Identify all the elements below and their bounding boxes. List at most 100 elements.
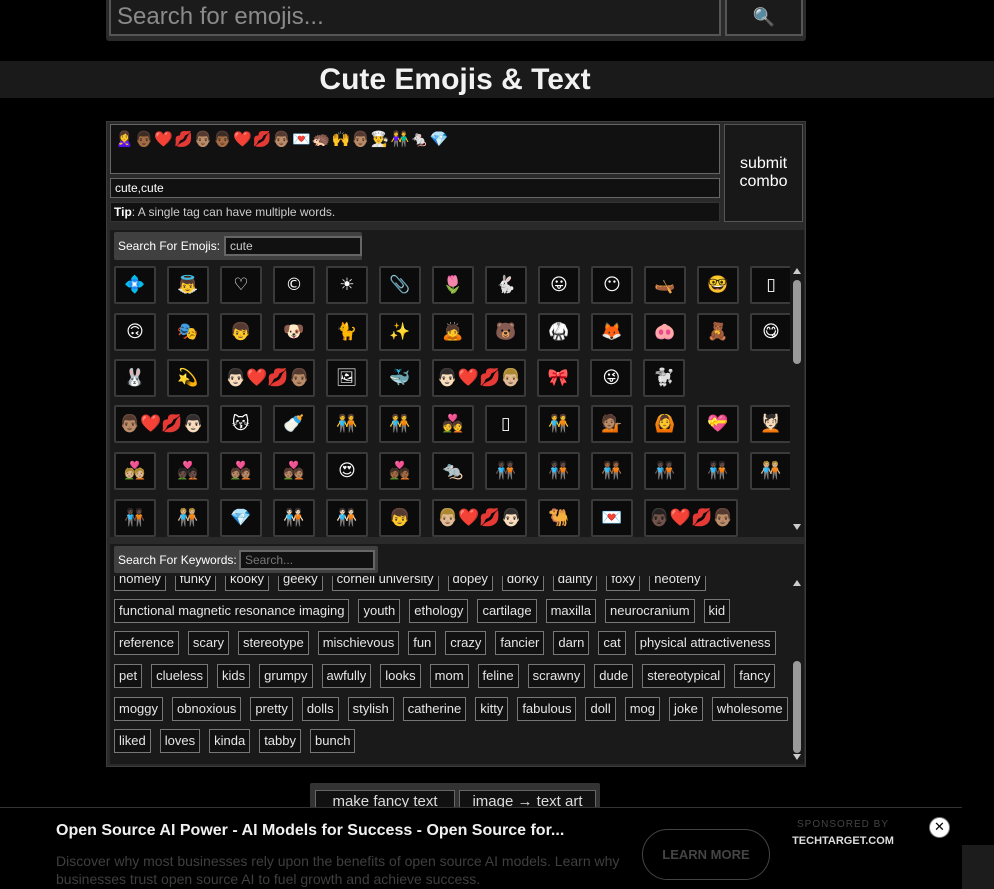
keyword-tag[interactable]: obnoxious bbox=[172, 697, 242, 721]
emoji-tile[interactable]: 🧑🏿‍🤝‍🧑🏿 bbox=[485, 452, 527, 490]
scroll-thumb[interactable] bbox=[793, 661, 801, 753]
emoji-tile[interactable]: 💆🏻 bbox=[749, 405, 792, 443]
keyword-tag[interactable]: kitty bbox=[475, 697, 509, 721]
combo-textarea[interactable]: 🙎‍♀️👨🏾❤️💋👨🏽👨🏾❤️💋👨🏽💌🦔🙌👨🏽👨‍🍳👫🐁💎 bbox=[110, 124, 720, 174]
emoji-tile[interactable]: 🦊 bbox=[591, 313, 633, 351]
learn-more-button[interactable]: LEARN MORE bbox=[642, 829, 770, 880]
emoji-tile[interactable]: 🧑🏿‍🤝‍🧑🏿 bbox=[114, 499, 156, 537]
keyword-tag[interactable]: functional magnetic resonance imaging bbox=[114, 599, 350, 623]
keyword-tag[interactable]: foxy bbox=[606, 576, 641, 591]
keyword-tag[interactable]: stereotype bbox=[237, 631, 309, 655]
keyword-tag[interactable]: reference bbox=[114, 631, 179, 655]
keyword-search-input[interactable] bbox=[239, 550, 375, 570]
emoji-tile[interactable]: 😜 bbox=[590, 359, 633, 397]
emoji-tile[interactable]: 💑🏾 bbox=[379, 452, 421, 490]
emoji-tile[interactable]: 💝 bbox=[696, 405, 739, 443]
emoji-tile[interactable]: 🐰 bbox=[114, 359, 156, 397]
emoji-tile[interactable]: 💑🏿 bbox=[167, 452, 209, 490]
scroll-up-icon[interactable] bbox=[793, 580, 801, 586]
emoji-tile[interactable]: 🧑‍🤝‍🧑 bbox=[325, 405, 368, 443]
emoji-tile[interactable]: 🎀 bbox=[537, 359, 580, 397]
keyword-tag[interactable]: kids bbox=[217, 664, 251, 688]
keyword-tag[interactable]: geeky bbox=[277, 576, 323, 591]
keyword-tag[interactable]: fancy bbox=[734, 664, 776, 688]
emoji-tile[interactable]: 🥋 bbox=[538, 313, 580, 351]
emoji-tile[interactable]: 💌 bbox=[590, 499, 633, 537]
emoji-tile[interactable]: 😛 bbox=[538, 266, 580, 304]
emoji-tile[interactable]: 👨🏻❤️💋👨🏼 bbox=[431, 359, 527, 397]
emoji-tile[interactable]: 😽 bbox=[219, 405, 262, 443]
keyword-scrollbar[interactable] bbox=[790, 576, 804, 764]
keyword-tag[interactable]: fun bbox=[408, 631, 437, 655]
keyword-tag[interactable]: doll bbox=[585, 697, 616, 721]
scroll-down-icon[interactable] bbox=[793, 754, 801, 760]
keyword-tag[interactable]: wholesome bbox=[711, 697, 788, 721]
emoji-tile[interactable]: 🛶 bbox=[644, 266, 686, 304]
emoji-tile[interactable]: 👨🏼❤️💋👨🏻 bbox=[432, 499, 527, 537]
scroll-up-icon[interactable] bbox=[793, 268, 801, 274]
emoji-tile[interactable]: 💁🏽 bbox=[590, 405, 633, 443]
keyword-tag[interactable]: pet bbox=[114, 664, 143, 688]
emoji-tile[interactable]: 👨🏽❤️💋👨🏻 bbox=[114, 405, 209, 443]
emoji-tile[interactable]: 🤓 bbox=[697, 266, 739, 304]
emoji-tile[interactable]: 🐶 bbox=[273, 313, 315, 351]
emoji-tile[interactable]: 🧑🏼‍🤝‍🧑🏼 bbox=[750, 452, 792, 490]
emoji-tile[interactable]: 👦 bbox=[379, 499, 421, 537]
emoji-tile[interactable]: 😍 bbox=[326, 452, 368, 490]
keyword-tag[interactable]: mischievous bbox=[317, 631, 400, 655]
emoji-tile[interactable]: 🌷 bbox=[432, 266, 474, 304]
keyword-tag[interactable]: stylish bbox=[347, 697, 394, 721]
emoji-tile[interactable]: 🐈 bbox=[326, 313, 368, 351]
keyword-tag[interactable]: stereotypical bbox=[642, 664, 726, 688]
keyword-tag[interactable]: catherine bbox=[402, 697, 467, 721]
keyword-tag[interactable]: neoteny bbox=[649, 576, 706, 591]
emoji-tile[interactable]: 💫 bbox=[167, 359, 209, 397]
emoji-tile[interactable]: 🧑🏾‍🤝‍🧑🏾 bbox=[591, 452, 633, 490]
emoji-tile[interactable]: 🧑🏻‍🤝‍🧑🏻 bbox=[326, 499, 368, 537]
close-icon[interactable]: ✕ bbox=[929, 817, 950, 838]
submit-combo-button[interactable]: submit combo bbox=[724, 124, 803, 222]
keyword-tag[interactable]: scary bbox=[187, 631, 229, 655]
keyword-tag[interactable]: looks bbox=[380, 664, 421, 688]
emoji-tile[interactable]: 🐩 bbox=[643, 359, 686, 397]
emoji-tile[interactable]: 🐇 bbox=[485, 266, 527, 304]
keyword-tag[interactable]: cartilage bbox=[477, 599, 537, 623]
emoji-tile[interactable]: 🙇 bbox=[432, 313, 474, 351]
emoji-tile[interactable]: 💑🏽 bbox=[220, 452, 262, 490]
keyword-tag[interactable]: awfully bbox=[321, 664, 372, 688]
emoji-tile[interactable]: ▯ bbox=[750, 266, 792, 304]
emoji-tile[interactable]: 🧑🏿‍🤝‍🧑🏿 bbox=[538, 452, 580, 490]
emoji-tile[interactable]: 💑 bbox=[431, 405, 474, 443]
keyword-tag[interactable]: dorky bbox=[501, 576, 544, 591]
tags-input[interactable] bbox=[110, 178, 720, 198]
keyword-tag[interactable]: youth bbox=[358, 599, 401, 623]
keyword-tag[interactable]: dainty bbox=[552, 576, 598, 591]
emoji-tile[interactable]: 💠 bbox=[114, 266, 156, 304]
keyword-tag[interactable]: ethology bbox=[409, 599, 469, 623]
keyword-tag[interactable]: fancier bbox=[495, 631, 545, 655]
keyword-tag[interactable]: physical attractiveness bbox=[634, 631, 776, 655]
emoji-tile[interactable]: ▯ bbox=[484, 405, 527, 443]
keyword-tag[interactable]: cornell university bbox=[331, 576, 439, 591]
emoji-tile[interactable]: 🧑‍🤝‍🧑 bbox=[537, 405, 580, 443]
scroll-thumb[interactable] bbox=[793, 280, 801, 364]
keyword-tag[interactable]: kinda bbox=[209, 729, 251, 753]
keyword-tag[interactable]: scrawny bbox=[527, 664, 586, 688]
emoji-tile[interactable]: 🐽 bbox=[644, 313, 686, 351]
emoji-search-input[interactable] bbox=[224, 236, 362, 256]
keyword-tag[interactable]: grumpy bbox=[259, 664, 313, 688]
search-button[interactable]: 🔍 bbox=[725, 0, 803, 36]
emoji-tile[interactable]: 🧑‍🤝‍🧑 bbox=[378, 405, 421, 443]
keyword-tag[interactable]: dude bbox=[594, 664, 634, 688]
emoji-tile[interactable]: ✨ bbox=[379, 313, 421, 351]
emoji-tile[interactable]: 🧑🏿‍🤝‍🧑🏿 bbox=[697, 452, 739, 490]
emoji-tile[interactable]: 🙃 bbox=[114, 313, 156, 351]
keyword-tag[interactable]: bunch bbox=[310, 729, 356, 753]
keyword-tag[interactable]: homely bbox=[114, 576, 166, 591]
emoji-tile[interactable]: 💑🏼 bbox=[114, 452, 156, 490]
keyword-tag[interactable]: kid bbox=[703, 599, 731, 623]
emoji-tile[interactable]: 🐳 bbox=[378, 359, 421, 397]
keyword-tag[interactable]: clueless bbox=[151, 664, 209, 688]
keyword-tag[interactable]: neurocranium bbox=[605, 599, 695, 623]
keyword-tag[interactable]: mog bbox=[624, 697, 661, 721]
